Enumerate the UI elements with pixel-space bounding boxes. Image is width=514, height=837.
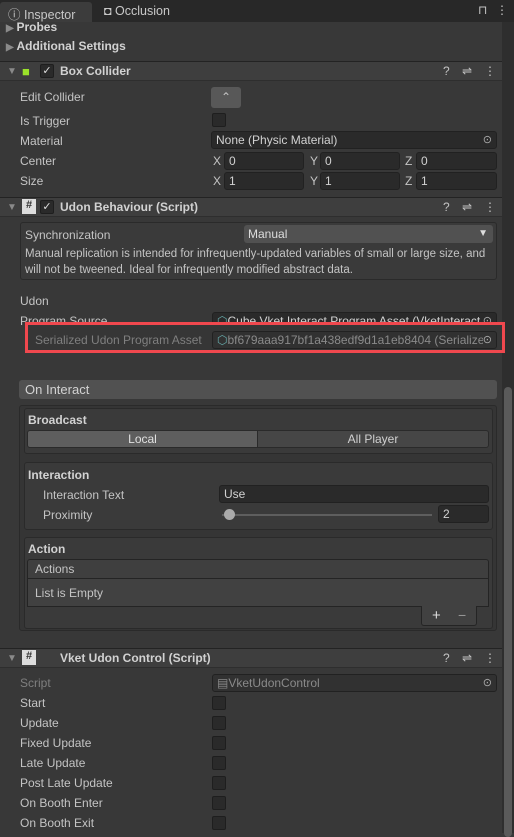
script-icon: #: [22, 650, 36, 665]
tab-occlusion[interactable]: ◘ Occlusion: [96, 2, 178, 22]
script-icon: #: [22, 199, 36, 214]
center-x-field[interactable]: 0: [224, 152, 304, 170]
on-interact-header[interactable]: On Interact: [19, 380, 497, 399]
size-z-field[interactable]: 1: [416, 172, 497, 190]
proximity-slider-handle[interactable]: [224, 509, 235, 520]
more-icon[interactable]: ⋮: [484, 200, 496, 214]
is-trigger-checkbox[interactable]: [212, 113, 226, 127]
interaction-text-input[interactable]: Use: [219, 485, 489, 503]
proximity-slider[interactable]: [222, 514, 432, 516]
edit-collider-button[interactable]: ⌃: [211, 87, 241, 108]
fixed-update-checkbox[interactable]: [212, 736, 226, 750]
start-checkbox[interactable]: [212, 696, 226, 710]
presets-icon[interactable]: ⇌: [462, 651, 472, 665]
remove-icon[interactable]: −: [458, 607, 466, 623]
presets-icon[interactable]: ⇌: [462, 64, 472, 78]
box-collider-icon: ■: [22, 64, 30, 79]
actions-list-empty: List is Empty: [27, 578, 489, 607]
script-field: ▤VketUdonControl ⊙: [212, 674, 497, 692]
start-label: Start: [20, 696, 46, 710]
sync-dropdown[interactable]: Manual ▼: [244, 225, 493, 243]
chevron-down-icon: ▼: [478, 228, 488, 239]
udon-label: Udon: [20, 294, 49, 308]
edit-collider-icon: ⌃: [220, 90, 232, 104]
broadcast-label: Broadcast: [28, 413, 87, 427]
presets-icon[interactable]: ⇌: [462, 200, 472, 214]
edit-collider-label: Edit Collider: [20, 90, 85, 104]
serialized-asset-label: Serialized Udon Program Asset: [35, 333, 202, 347]
udon-behaviour-header[interactable]: ▼ # ✓ Udon Behaviour (Script) ? ⇌ ⋮: [0, 197, 502, 217]
enabled-checkbox[interactable]: ✓: [40, 64, 54, 78]
add-icon[interactable]: +: [432, 607, 441, 624]
on-booth-exit-checkbox[interactable]: [212, 816, 226, 830]
is-trigger-label: Is Trigger: [20, 114, 71, 128]
sync-help-text: Manual replication is intended for infre…: [25, 248, 486, 276]
late-update-label: Late Update: [20, 756, 86, 770]
box-collider-header[interactable]: ▼ ■ ✓ Box Collider ? ⇌ ⋮: [0, 61, 502, 81]
list-footer: + −: [421, 606, 477, 626]
size-x-field[interactable]: 1: [224, 172, 304, 190]
vket-udon-control-header[interactable]: ▼ # Vket Udon Control (Script) ? ⇌ ⋮: [0, 648, 502, 668]
more-icon[interactable]: ⋮: [496, 3, 508, 17]
material-field[interactable]: None (Physic Material) ⊙: [211, 131, 497, 149]
help-icon[interactable]: ?: [443, 64, 450, 78]
help-icon[interactable]: ?: [443, 200, 450, 214]
size-y-field[interactable]: 1: [320, 172, 400, 190]
local-button[interactable]: Local: [27, 430, 258, 448]
update-label: Update: [20, 716, 59, 730]
probes-foldout[interactable]: ▶ Probes: [6, 18, 57, 36]
foldout-arrow-icon[interactable]: ▼: [7, 66, 17, 77]
foldout-arrow-icon[interactable]: ▼: [7, 653, 17, 664]
center-label: Center: [20, 154, 57, 168]
object-picker-icon: ⊙: [482, 332, 492, 348]
help-icon[interactable]: ?: [443, 651, 450, 665]
occlusion-icon: ◘: [104, 4, 116, 18]
scrollbar-thumb[interactable]: [504, 387, 512, 837]
interaction-text-label: Interaction Text: [43, 488, 125, 502]
size-label: Size: [20, 174, 44, 188]
material-label: Material: [20, 134, 63, 148]
lock-icon[interactable]: ⊓: [478, 3, 487, 17]
all-player-button[interactable]: All Player: [257, 430, 489, 448]
on-booth-exit-label: On Booth Exit: [20, 816, 95, 830]
interaction-label: Interaction: [28, 468, 90, 482]
fixed-update-label: Fixed Update: [20, 736, 92, 750]
proximity-input[interactable]: 2: [438, 505, 489, 523]
serialized-asset-field[interactable]: ⬡bf679aaa917bf1a438edf9d1a1eb8404 (Seria…: [212, 331, 497, 349]
late-update-checkbox[interactable]: [212, 756, 226, 770]
object-picker-icon: ⊙: [482, 677, 492, 689]
more-icon[interactable]: ⋮: [484, 64, 496, 78]
script-file-icon: ▤: [217, 676, 229, 690]
sync-label: Synchronization: [25, 228, 111, 242]
proximity-label: Proximity: [43, 508, 93, 522]
post-late-update-label: Post Late Update: [20, 776, 113, 790]
update-checkbox[interactable]: [212, 716, 226, 730]
on-booth-enter-checkbox[interactable]: [212, 796, 226, 810]
more-icon[interactable]: ⋮: [484, 651, 496, 665]
action-label: Action: [28, 542, 66, 556]
script-label: Script: [20, 676, 51, 690]
foldout-arrow-icon[interactable]: ▼: [7, 202, 17, 213]
object-picker-icon: ⊙: [482, 134, 492, 146]
actions-list-header: Actions: [27, 559, 489, 579]
additional-settings-foldout[interactable]: ▶ Additional Settings: [6, 37, 126, 55]
scrollbar[interactable]: [502, 22, 514, 837]
center-z-field[interactable]: 0: [416, 152, 497, 170]
on-booth-enter-label: On Booth Enter: [20, 796, 103, 810]
program-asset-icon: ⬡: [217, 333, 228, 347]
enabled-checkbox[interactable]: ✓: [40, 200, 54, 214]
center-y-field[interactable]: 0: [320, 152, 400, 170]
post-late-update-checkbox[interactable]: [212, 776, 226, 790]
